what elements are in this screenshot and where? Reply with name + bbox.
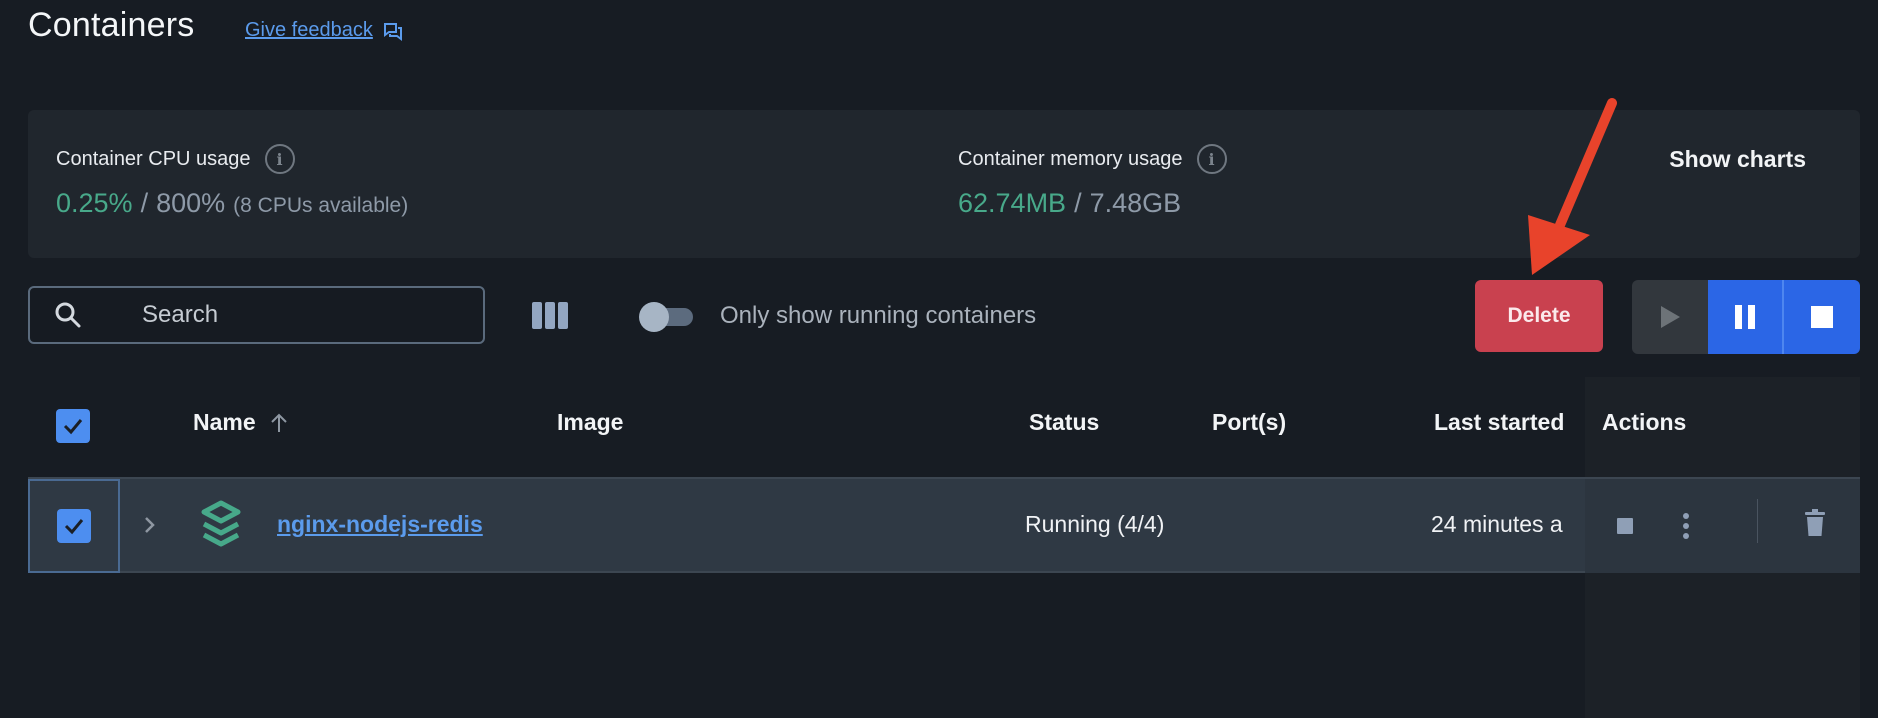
cpu-used-value: 0.25% [56, 188, 133, 218]
memory-usage-stat: Container memory usage i 62.74MB / 7.48G… [958, 144, 1227, 219]
column-header-image[interactable]: Image [557, 409, 623, 436]
actions-divider [1757, 499, 1758, 543]
page-title: Containers [28, 6, 195, 44]
container-control-buttons [1632, 280, 1860, 354]
checkmark-icon [63, 419, 83, 435]
column-header-ports[interactable]: Port(s) [1212, 409, 1286, 436]
container-name-link[interactable]: nginx-nodejs-redis [277, 511, 483, 538]
trash-icon[interactable] [1804, 509, 1826, 537]
cpu-separator: / [140, 188, 149, 218]
resource-usage-card: Container CPU usage i 0.25% / 800% (8 CP… [28, 110, 1860, 258]
start-button[interactable] [1632, 280, 1708, 354]
select-all-checkbox[interactable] [56, 409, 90, 443]
stop-button[interactable] [1784, 280, 1860, 354]
container-last-started: 24 minutes a [1431, 511, 1563, 537]
row-checkbox[interactable] [57, 509, 91, 543]
sort-ascending-icon [270, 413, 287, 432]
running-only-toggle[interactable] [639, 302, 695, 332]
feedback-chat-icon [383, 22, 402, 41]
cpu-usage-stat: Container CPU usage i 0.25% / 800% (8 CP… [56, 144, 408, 219]
row-stop-icon[interactable] [1617, 518, 1633, 534]
cpu-info-icon[interactable]: i [264, 144, 295, 174]
chevron-right-icon[interactable] [140, 511, 160, 539]
play-icon [1661, 306, 1680, 328]
cpu-available-note: (8 CPUs available) [233, 194, 409, 217]
column-settings-icon[interactable] [532, 302, 568, 329]
pause-icon [1735, 305, 1755, 329]
checkmark-icon [64, 519, 84, 535]
stop-icon [1811, 306, 1833, 328]
memory-usage-label: Container memory usage [958, 147, 1183, 170]
column-header-last-started[interactable]: Last started [1434, 409, 1564, 436]
memory-total-value: 7.48GB [1089, 188, 1182, 218]
memory-info-icon[interactable]: i [1196, 144, 1227, 174]
running-only-label: Only show running containers [720, 302, 1037, 329]
container-status: Running (4/4) [1025, 511, 1165, 537]
column-header-actions: Actions [1602, 409, 1687, 435]
memory-used-value: 62.74MB [958, 188, 1067, 218]
column-name-label: Name [193, 409, 256, 435]
toggle-thumb [639, 302, 669, 332]
table-row[interactable]: nginx-nodejs-redis Running (4/4) 24 minu… [28, 477, 1860, 573]
column-header-status[interactable]: Status [1029, 409, 1099, 436]
memory-separator: / [1074, 188, 1082, 218]
cpu-total-value: 800% [156, 188, 226, 218]
row-checkbox-cell [28, 479, 120, 573]
search-field[interactable] [28, 286, 485, 344]
give-feedback-link[interactable]: Give feedback [245, 19, 403, 42]
table-header: Name Image Status Port(s) Last started A… [28, 395, 1860, 455]
search-input[interactable] [142, 301, 442, 329]
search-icon [55, 302, 81, 328]
column-header-name[interactable]: Name [193, 409, 288, 436]
cpu-usage-label: Container CPU usage [56, 147, 251, 170]
pause-button[interactable] [1708, 280, 1784, 354]
delete-button[interactable]: Delete [1475, 280, 1603, 352]
show-charts-button[interactable]: Show charts [1669, 146, 1806, 173]
more-options-icon[interactable] [1681, 511, 1691, 541]
give-feedback-label: Give feedback [245, 19, 373, 41]
stack-icon [201, 500, 241, 547]
